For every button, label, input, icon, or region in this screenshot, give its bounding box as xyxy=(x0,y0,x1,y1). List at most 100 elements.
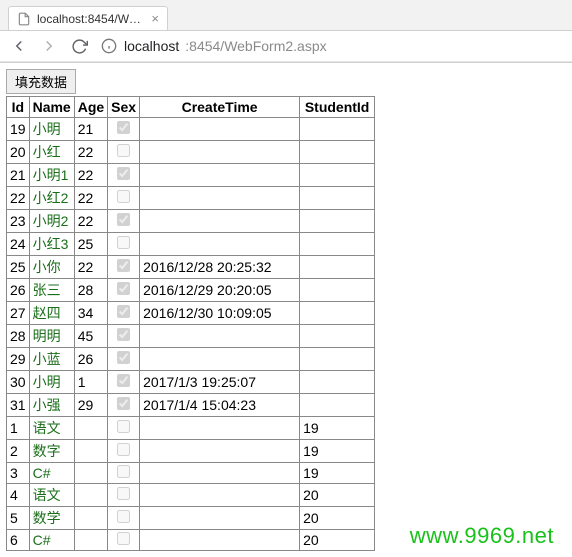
cell-id: 5 xyxy=(7,507,30,530)
info-icon[interactable] xyxy=(100,37,118,55)
name-link[interactable]: 小红 xyxy=(33,144,61,160)
name-link[interactable]: 张三 xyxy=(33,282,61,298)
name-link[interactable]: 小明 xyxy=(33,121,61,137)
sex-checkbox[interactable] xyxy=(117,397,130,410)
cell-createtime xyxy=(140,141,300,164)
cell-sex xyxy=(108,141,140,164)
name-link[interactable]: 小蓝 xyxy=(33,351,61,367)
close-icon[interactable]: × xyxy=(151,11,159,26)
name-link[interactable]: 小红3 xyxy=(33,236,69,252)
name-link[interactable]: 明明 xyxy=(33,328,61,344)
cell-id: 29 xyxy=(7,348,30,371)
cell-id: 19 xyxy=(7,118,30,141)
cell-createtime xyxy=(140,187,300,210)
sex-checkbox[interactable] xyxy=(117,420,130,433)
cell-sex xyxy=(108,210,140,233)
sex-checkbox[interactable] xyxy=(117,351,130,364)
cell-age: 34 xyxy=(74,302,107,325)
address-bar[interactable]: localhost:8454/WebForm2.aspx xyxy=(100,37,327,55)
cell-id: 27 xyxy=(7,302,30,325)
name-link[interactable]: 小强 xyxy=(33,397,61,413)
cell-createtime xyxy=(140,118,300,141)
name-link[interactable]: 语文 xyxy=(33,487,61,503)
sex-checkbox[interactable] xyxy=(117,328,130,341)
table-row: 25小你222016/12/28 20:25:32 xyxy=(7,256,375,279)
cell-name: 小强 xyxy=(29,394,74,417)
cell-createtime xyxy=(140,210,300,233)
cell-sex xyxy=(108,371,140,394)
table-row: 22小红222 xyxy=(7,187,375,210)
sex-checkbox[interactable] xyxy=(117,487,130,500)
cell-studentid: 20 xyxy=(300,530,375,551)
browser-tab[interactable]: localhost:8454/WebFo… × xyxy=(8,6,168,30)
cell-createtime: 2017/1/4 15:04:23 xyxy=(140,394,300,417)
sex-checkbox[interactable] xyxy=(117,259,130,272)
name-link[interactable]: 数字 xyxy=(33,443,61,459)
sex-checkbox[interactable] xyxy=(117,121,130,134)
cell-name: 小明 xyxy=(29,371,74,394)
back-icon[interactable] xyxy=(10,37,28,55)
name-link[interactable]: C# xyxy=(33,465,51,481)
cell-studentid: 20 xyxy=(300,484,375,507)
name-link[interactable]: 小明 xyxy=(33,374,61,390)
col-sid: StudentId xyxy=(300,97,375,118)
cell-age: 22 xyxy=(74,210,107,233)
cell-name: 张三 xyxy=(29,279,74,302)
sex-checkbox[interactable] xyxy=(117,305,130,318)
cell-id: 22 xyxy=(7,187,30,210)
cell-age xyxy=(74,484,107,507)
sex-checkbox[interactable] xyxy=(117,190,130,203)
cell-sex xyxy=(108,279,140,302)
cell-sex xyxy=(108,325,140,348)
name-link[interactable]: 小红2 xyxy=(33,190,69,206)
sex-checkbox[interactable] xyxy=(117,443,130,456)
table-row: 19小明21 xyxy=(7,118,375,141)
cell-age: 45 xyxy=(74,325,107,348)
name-link[interactable]: 赵四 xyxy=(33,305,61,321)
sex-checkbox[interactable] xyxy=(117,510,130,523)
cell-sex xyxy=(108,302,140,325)
table-row: 28明明 45 xyxy=(7,325,375,348)
reload-icon[interactable] xyxy=(70,37,88,55)
sex-checkbox[interactable] xyxy=(117,532,130,545)
fill-data-button[interactable]: 填充数据 xyxy=(6,69,76,94)
cell-studentid xyxy=(300,141,375,164)
url-host: localhost xyxy=(124,38,179,54)
cell-id: 3 xyxy=(7,463,30,484)
cell-createtime xyxy=(140,417,300,440)
forward-icon[interactable] xyxy=(40,37,58,55)
name-link[interactable]: 小你 xyxy=(33,259,61,275)
cell-name: 小红3 xyxy=(29,233,74,256)
cell-name: 小明2 xyxy=(29,210,74,233)
cell-studentid: 20 xyxy=(300,507,375,530)
cell-id: 26 xyxy=(7,279,30,302)
name-link[interactable]: 数学 xyxy=(33,510,61,526)
cell-createtime xyxy=(140,463,300,484)
table-row: 24小红325 xyxy=(7,233,375,256)
cell-age xyxy=(74,530,107,551)
cell-age: 25 xyxy=(74,233,107,256)
sex-checkbox[interactable] xyxy=(117,282,130,295)
sex-checkbox[interactable] xyxy=(117,236,130,249)
col-create: CreateTime xyxy=(140,97,300,118)
sex-checkbox[interactable] xyxy=(117,465,130,478)
sex-checkbox[interactable] xyxy=(117,167,130,180)
cell-createtime xyxy=(140,325,300,348)
sex-checkbox[interactable] xyxy=(117,144,130,157)
table-header-row: Id Name Age Sex CreateTime StudentId xyxy=(7,97,375,118)
cell-name: 明明 xyxy=(29,325,74,348)
cell-sex xyxy=(108,417,140,440)
cell-createtime: 2016/12/30 10:09:05 xyxy=(140,302,300,325)
name-link[interactable]: 小明2 xyxy=(33,213,69,229)
col-age: Age xyxy=(74,97,107,118)
name-link[interactable]: 小明1 xyxy=(33,167,69,183)
name-link[interactable]: 语文 xyxy=(33,420,61,436)
sex-checkbox[interactable] xyxy=(117,374,130,387)
cell-sex xyxy=(108,394,140,417)
cell-createtime: 2017/1/3 19:25:07 xyxy=(140,371,300,394)
cell-sex xyxy=(108,118,140,141)
cell-id: 28 xyxy=(7,325,30,348)
name-link[interactable]: C# xyxy=(33,532,51,548)
cell-age: 1 xyxy=(74,371,107,394)
sex-checkbox[interactable] xyxy=(117,213,130,226)
